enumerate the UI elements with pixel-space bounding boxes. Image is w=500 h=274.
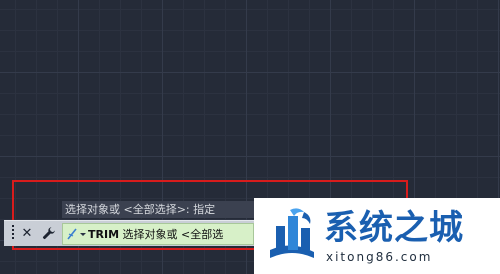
city-logo-icon xyxy=(270,208,314,258)
watermark-title: 系统之城 xyxy=(324,208,464,248)
watermark-logo: 系统之城 xitong86.com xyxy=(254,198,500,274)
watermark-url: xitong86.com xyxy=(326,250,433,264)
command-input[interactable]: TRIM 选择对象或 <全部选 xyxy=(62,223,254,245)
close-icon[interactable]: ✕ xyxy=(12,224,36,242)
wrench-icon[interactable] xyxy=(40,224,58,242)
command-prompt-text: 选择对象或 <全部选 xyxy=(119,228,224,241)
command-line-bar: ✕ TRIM 选择对象或 <全部选 xyxy=(4,220,254,246)
command-prompt-icon[interactable] xyxy=(66,224,88,244)
command-text: TRIM 选择对象或 <全部选 xyxy=(88,226,223,242)
command-history-line: 选择对象或 <全部选择>: 指定 xyxy=(62,201,275,218)
command-keyword: TRIM xyxy=(88,228,120,241)
